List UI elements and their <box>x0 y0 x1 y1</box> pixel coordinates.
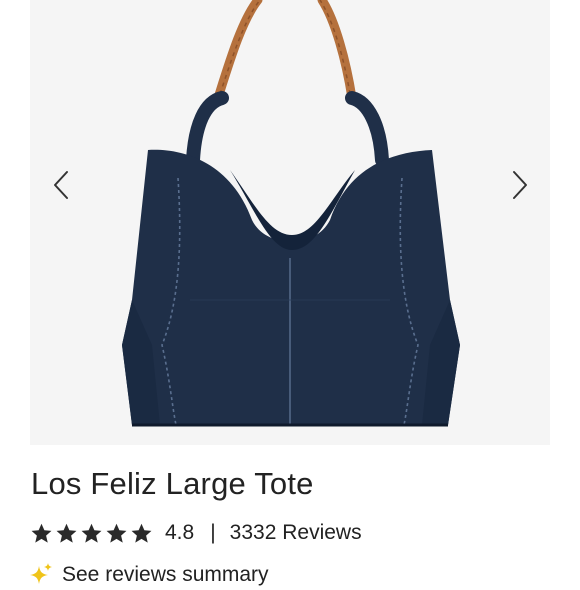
star-rating <box>30 522 153 545</box>
sparkle-icon <box>30 563 52 584</box>
reviews-count-link[interactable]: 3332 Reviews <box>230 521 362 545</box>
rating-value: 4.8 <box>165 521 195 544</box>
chevron-right-icon <box>513 171 527 199</box>
see-reviews-summary-link[interactable]: See reviews summary <box>62 563 269 587</box>
rating-separator: | <box>210 521 216 544</box>
previous-image-button[interactable] <box>46 168 76 202</box>
star-icon <box>56 523 77 543</box>
star-icon <box>81 523 102 543</box>
product-image-gallery[interactable] <box>30 0 550 445</box>
chevron-left-icon <box>54 171 68 199</box>
star-icon <box>31 523 52 543</box>
next-image-button[interactable] <box>505 168 535 202</box>
product-image <box>122 0 460 427</box>
star-icon <box>106 523 127 543</box>
product-title: Los Feliz Large Tote <box>31 466 314 501</box>
star-icon <box>131 523 152 543</box>
rating-summary[interactable]: 4.8 | 3332 Reviews <box>30 518 362 548</box>
reviews-summary-row[interactable]: See reviews summary <box>28 560 269 590</box>
